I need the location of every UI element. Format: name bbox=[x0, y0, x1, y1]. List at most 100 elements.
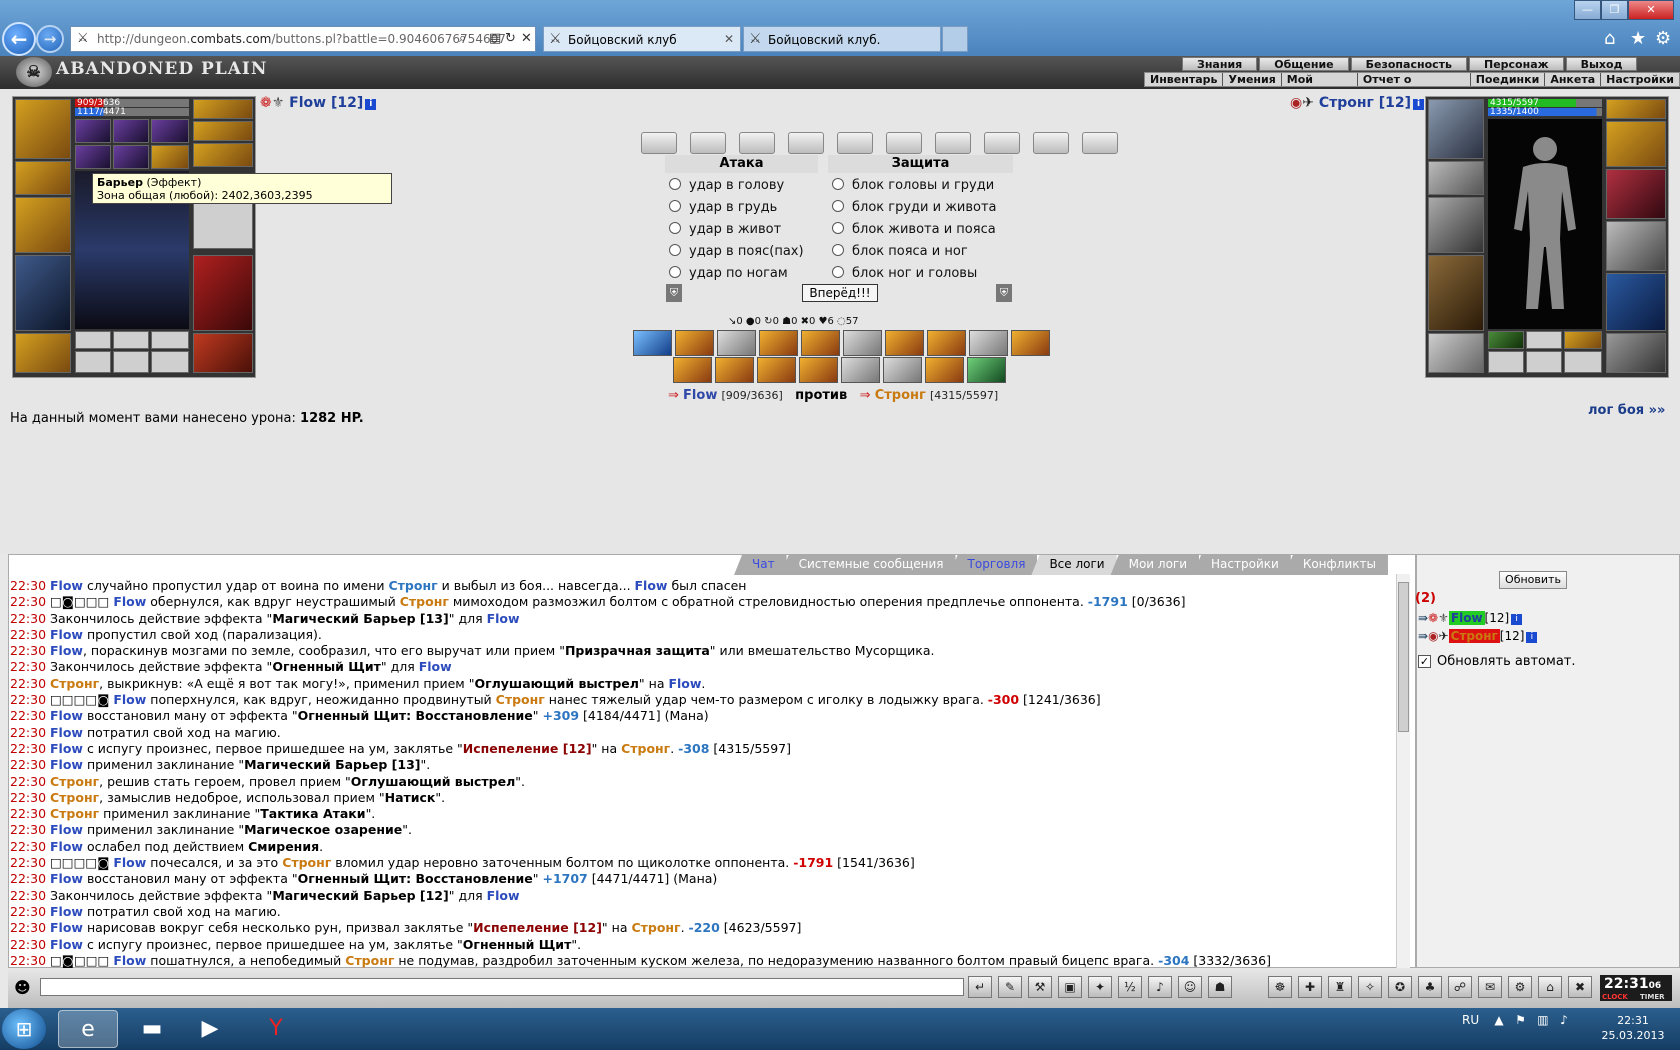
log-time[interactable]: 22:30 bbox=[10, 774, 50, 789]
scroll-thumb[interactable] bbox=[1398, 582, 1409, 732]
right-pocket-slot-2[interactable] bbox=[1526, 331, 1562, 349]
info-icon[interactable]: i bbox=[1413, 99, 1424, 110]
right-earring-slot[interactable] bbox=[1606, 99, 1666, 119]
yandex-taskbar-icon[interactable]: Y bbox=[246, 1010, 306, 1048]
auto-refresh-checkbox[interactable]: ✓ Обновлять автомат. bbox=[1418, 654, 1576, 669]
ring-slot-1[interactable] bbox=[75, 119, 111, 143]
tab-system[interactable]: Системные сообщения bbox=[780, 555, 956, 575]
log-player-name[interactable]: Flow bbox=[50, 725, 83, 740]
tab-chat[interactable]: Чат bbox=[734, 555, 787, 575]
language-indicator[interactable]: RU bbox=[1462, 1013, 1479, 1027]
log-player-name[interactable]: Flow bbox=[50, 741, 83, 756]
log-player-name[interactable]: Flow bbox=[50, 627, 83, 642]
chat-scrollbar[interactable] bbox=[1396, 574, 1410, 969]
network-icon[interactable]: ▥ bbox=[1537, 1013, 1548, 1027]
skill-icon[interactable] bbox=[969, 330, 1008, 356]
log-time[interactable]: 22:30 bbox=[10, 888, 50, 903]
right-helmet-slot[interactable] bbox=[1428, 99, 1484, 159]
tab-my-logs[interactable]: Мои логи bbox=[1110, 555, 1200, 575]
flag-icon[interactable]: ⚑ bbox=[1515, 1013, 1526, 1027]
toolbar-button-icon[interactable]: ☸ bbox=[1268, 976, 1292, 998]
block-belly-belt-radio[interactable]: блок живота и пояса bbox=[832, 222, 996, 237]
star-icon[interactable]: ★ bbox=[1630, 28, 1646, 49]
pocket-slot-5[interactable] bbox=[113, 351, 149, 373]
scroll-slot[interactable] bbox=[837, 132, 873, 154]
pocket-slot-1[interactable] bbox=[75, 331, 111, 349]
log-time[interactable]: 22:30 bbox=[10, 676, 50, 691]
skill-icon[interactable] bbox=[927, 330, 966, 356]
log-time[interactable]: 22:30 bbox=[10, 611, 50, 626]
address-bar[interactable]: ⚔ http://dungeon.combats.com/buttons.pl?… bbox=[70, 26, 536, 52]
log-player-name[interactable]: Flow bbox=[113, 953, 146, 968]
log-time[interactable]: 22:30 bbox=[10, 757, 50, 772]
menu-knowledge[interactable]: Знания bbox=[1182, 57, 1258, 71]
right-shield-icon[interactable]: ⛨ bbox=[996, 284, 1012, 302]
toolbar-button-icon[interactable]: ✪ bbox=[1388, 976, 1412, 998]
log-time[interactable]: 22:30 bbox=[10, 741, 50, 756]
tab-trade[interactable]: Торговля bbox=[949, 555, 1038, 575]
armor-slot[interactable] bbox=[15, 255, 71, 331]
right-legs-slot[interactable] bbox=[1606, 273, 1666, 331]
back-button[interactable]: ← bbox=[2, 22, 36, 56]
toolbar-button-icon[interactable]: ✖ bbox=[1568, 976, 1592, 998]
log-player-name[interactable]: Стронг bbox=[50, 774, 99, 789]
log-time[interactable]: 22:30 bbox=[10, 708, 50, 723]
chat-input[interactable] bbox=[40, 978, 964, 996]
right-boots-slot[interactable] bbox=[1606, 333, 1666, 373]
log-player-name[interactable]: Flow bbox=[113, 855, 146, 870]
pocket-slot-6[interactable] bbox=[151, 351, 189, 373]
skill-icon[interactable] bbox=[885, 330, 924, 356]
right-belt-slot[interactable] bbox=[1428, 333, 1484, 373]
right-pocket-slot-4[interactable] bbox=[1488, 351, 1524, 373]
belt-slot[interactable] bbox=[15, 333, 71, 373]
skill-icon[interactable] bbox=[675, 330, 714, 356]
toolbar-button-icon[interactable]: ✚ bbox=[1298, 976, 1322, 998]
log-time[interactable]: 22:30 bbox=[10, 822, 50, 837]
skill-icon[interactable] bbox=[967, 357, 1006, 383]
log-player-name[interactable]: Flow bbox=[113, 692, 146, 707]
menu-security[interactable]: Безопасность bbox=[1350, 57, 1467, 71]
toolbar-button-icon[interactable]: ✎ bbox=[998, 976, 1022, 998]
ring-slot-6[interactable] bbox=[151, 145, 189, 169]
log-time[interactable]: 22:30 bbox=[10, 839, 50, 854]
scroll-slot[interactable] bbox=[739, 132, 775, 154]
skill-icon[interactable] bbox=[757, 357, 796, 383]
log-player-name[interactable]: Стронг bbox=[621, 741, 670, 756]
block-belt-legs-radio[interactable]: блок пояса и ног bbox=[832, 244, 968, 259]
toolbar-button-icon[interactable]: ☗ bbox=[1208, 976, 1232, 998]
battle-log-link[interactable]: лог боя »» bbox=[1588, 403, 1665, 418]
log-player-name[interactable]: Flow bbox=[487, 888, 520, 903]
log-player-name[interactable]: Стронг bbox=[400, 594, 449, 609]
skill-icon[interactable] bbox=[717, 330, 756, 356]
log-player-name[interactable]: Flow bbox=[50, 871, 83, 886]
toolbar-button-icon[interactable]: ☺ bbox=[1178, 976, 1202, 998]
log-player-name[interactable]: Flow bbox=[113, 594, 146, 609]
info-icon[interactable]: i bbox=[1526, 632, 1538, 643]
toolbar-button-icon[interactable]: ♪ bbox=[1148, 976, 1172, 998]
volume-icon[interactable]: ♪ bbox=[1560, 1013, 1568, 1027]
toolbar-button-icon[interactable]: ▣ bbox=[1058, 976, 1082, 998]
scroll-slot[interactable] bbox=[984, 132, 1020, 154]
right-rings-slot[interactable] bbox=[1606, 121, 1666, 167]
toolbar-button-icon[interactable]: ✉ bbox=[1478, 976, 1502, 998]
smile-head-icon[interactable]: ☻ bbox=[14, 978, 31, 997]
log-time[interactable]: 22:30 bbox=[10, 806, 50, 821]
start-button[interactable]: ⊞ bbox=[2, 1009, 46, 1049]
forward-button[interactable]: Вперёд!!! bbox=[802, 284, 878, 302]
boots-slot[interactable] bbox=[193, 333, 253, 373]
log-player-name[interactable]: Стронг bbox=[496, 692, 545, 707]
attack-belly-radio[interactable]: удар в живот bbox=[669, 222, 781, 237]
info-icon[interactable]: i bbox=[1511, 614, 1523, 625]
log-time[interactable]: 22:30 bbox=[10, 627, 50, 642]
forward-nav-button[interactable]: → bbox=[36, 25, 64, 53]
right-player-name[interactable]: ◉✈ Стронг [12] i bbox=[1290, 95, 1424, 111]
log-player-name[interactable]: Flow bbox=[635, 578, 668, 593]
log-player-name[interactable]: Flow bbox=[50, 937, 83, 952]
scroll-slot[interactable] bbox=[788, 132, 824, 154]
gloves-slot[interactable] bbox=[193, 143, 253, 167]
menu-settings[interactable]: Настройки bbox=[1601, 73, 1679, 86]
toolbar-button-icon[interactable]: ☍ bbox=[1448, 976, 1472, 998]
skill-icon[interactable] bbox=[633, 330, 672, 356]
tab-combats-1[interactable]: ⚔ Бойцовский клуб ✕ bbox=[543, 26, 741, 52]
left-shield-icon[interactable]: ⛨ bbox=[666, 284, 682, 302]
